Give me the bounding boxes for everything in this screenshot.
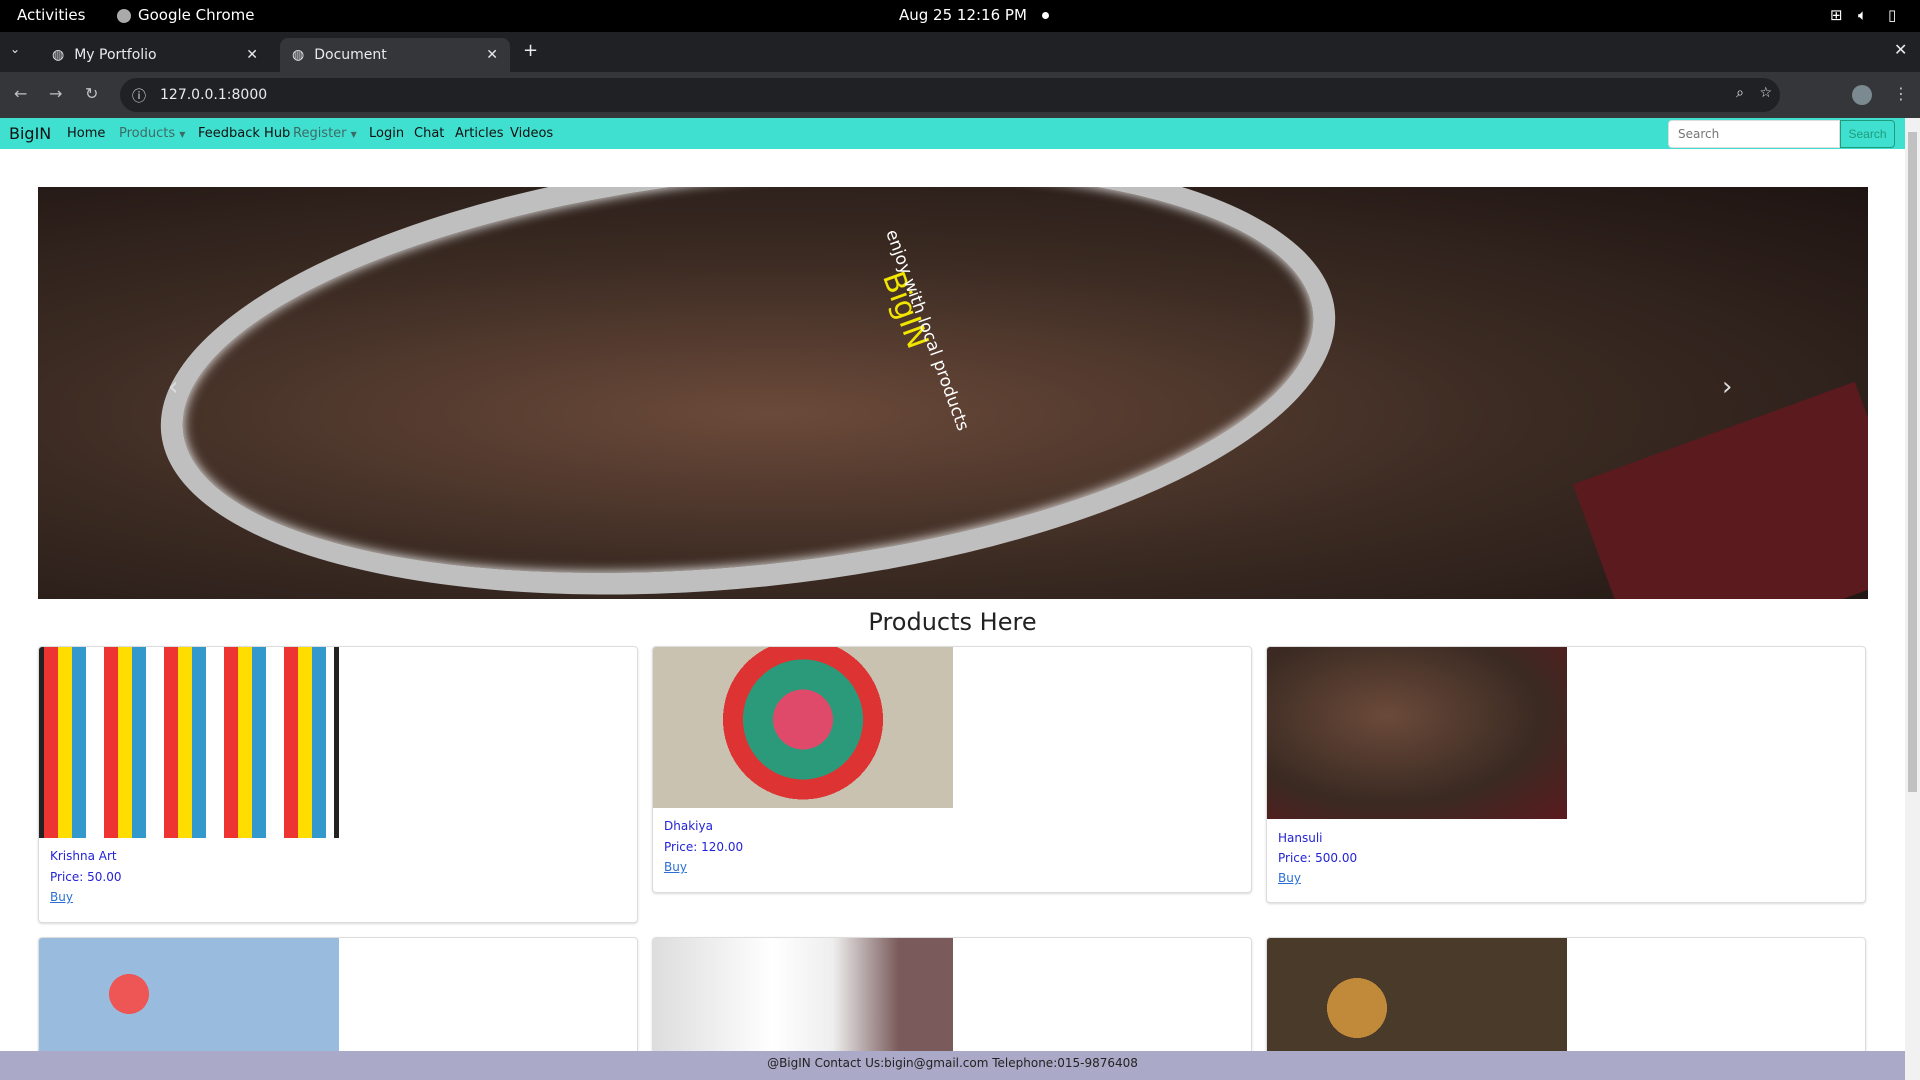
site-navbar: BigIN Home Products ▼ Feedback Hub Regis… xyxy=(0,118,1905,149)
footer: @BigIN Contact Us:bigin@gmail.com Teleph… xyxy=(0,1051,1905,1080)
nav-feedback-hub[interactable]: Feedback Hub xyxy=(198,126,290,141)
bookmark-star-icon[interactable]: ☆ xyxy=(1759,85,1772,101)
globe-icon: ◍ xyxy=(292,47,305,63)
zoom-icon[interactable]: ⌕ xyxy=(1736,85,1744,101)
nav-login[interactable]: Login xyxy=(369,126,404,141)
product-image[interactable] xyxy=(39,647,339,838)
buy-link[interactable]: Buy xyxy=(1278,871,1301,885)
products-heading: Products Here xyxy=(868,608,1037,636)
app-name: Google Chrome xyxy=(138,6,255,24)
page-scrollbar[interactable] xyxy=(1905,118,1920,1080)
product-price: Price: 120.00 xyxy=(664,840,744,854)
product-card: Dhakiya Price: 120.00 Buy xyxy=(652,646,1252,893)
search-input[interactable] xyxy=(1668,120,1840,148)
product-card: Krishna Art Price: 50.00 Buy xyxy=(38,646,638,923)
forward-icon[interactable]: → xyxy=(49,84,62,103)
product-name: Krishna Art xyxy=(50,849,117,863)
tab-bar: ⌄ ◍ My Portfolio ✕ ◍ Document ✕ + ✕ xyxy=(0,32,1920,72)
nav-videos[interactable]: Videos xyxy=(510,126,553,141)
product-image[interactable] xyxy=(653,647,953,808)
system-top-bar: Activities Google Chrome Aug 25 12:16 PM… xyxy=(0,0,1920,32)
tab-search-icon[interactable]: ⌄ xyxy=(10,42,20,56)
chrome-icon xyxy=(117,9,131,23)
tab-title: My Portfolio xyxy=(74,47,157,63)
back-icon[interactable]: ← xyxy=(14,84,27,103)
carousel-next-icon[interactable]: › xyxy=(1722,372,1732,402)
tab-document[interactable]: ◍ Document ✕ xyxy=(280,38,510,72)
close-tab-icon[interactable]: ✕ xyxy=(246,47,258,63)
carousel-prev-icon[interactable]: ‹ xyxy=(168,372,178,402)
nav-register-dropdown[interactable]: Register ▼ xyxy=(293,126,357,141)
nav-articles[interactable]: Articles xyxy=(455,126,503,141)
product-name: Hansuli xyxy=(1278,831,1323,845)
volume-icon[interactable]: 🔈︎ xyxy=(1858,6,1867,24)
menu-kebab-icon[interactable]: ⋮ xyxy=(1893,84,1909,103)
activities-button[interactable]: Activities xyxy=(17,6,85,24)
brand-logo[interactable]: BigIN xyxy=(9,124,51,143)
buy-link[interactable]: Buy xyxy=(664,860,687,874)
url-text: 127.0.0.1:8000 xyxy=(160,87,268,103)
network-icon[interactable]: ⊞ xyxy=(1830,6,1843,24)
product-image[interactable] xyxy=(1267,647,1567,819)
caret-down-icon: ▼ xyxy=(179,130,186,139)
site-info-icon[interactable]: ⓘ xyxy=(132,86,146,106)
profile-avatar[interactable] xyxy=(1852,85,1872,105)
product-price: Price: 50.00 xyxy=(50,870,122,884)
nav-home[interactable]: Home xyxy=(67,126,105,141)
carousel-image-box xyxy=(1572,381,1868,599)
reload-icon[interactable]: ↻ xyxy=(85,84,98,103)
nav-chat[interactable]: Chat xyxy=(414,126,444,141)
nav-label: Register xyxy=(293,126,347,141)
tab-title: Document xyxy=(314,47,387,63)
nav-label: Products xyxy=(119,126,176,141)
tab-my-portfolio[interactable]: ◍ My Portfolio ✕ xyxy=(40,38,270,72)
buy-link[interactable]: Buy xyxy=(50,890,73,904)
scrollbar-thumb[interactable] xyxy=(1908,132,1917,792)
hero-carousel[interactable]: BigIN enjoy with local products ‹ › xyxy=(38,187,1868,599)
carousel-image-necklace xyxy=(138,187,1358,599)
address-bar-row: ← → ↻ ⓘ 127.0.0.1:8000 ⌕ ☆ ⋮ xyxy=(0,72,1920,118)
close-tab-icon[interactable]: ✕ xyxy=(486,47,498,63)
clock[interactable]: Aug 25 12:16 PM xyxy=(899,6,1027,24)
notification-dot-icon xyxy=(1042,12,1049,19)
product-price: Price: 500.00 xyxy=(1278,851,1358,865)
battery-icon[interactable]: ▯ xyxy=(1888,6,1896,24)
nav-products-dropdown[interactable]: Products ▼ xyxy=(119,126,185,141)
close-window-icon[interactable]: ✕ xyxy=(1894,40,1907,59)
product-card: Hansuli Price: 500.00 Buy xyxy=(1266,646,1866,903)
search-button[interactable]: Search xyxy=(1840,120,1895,148)
new-tab-button[interactable]: + xyxy=(523,40,538,61)
product-name: Dhakiya xyxy=(664,819,713,833)
globe-icon: ◍ xyxy=(52,47,65,63)
url-field[interactable]: ⓘ 127.0.0.1:8000 ⌕ ☆ xyxy=(120,78,1780,112)
caret-down-icon: ▼ xyxy=(350,130,357,139)
